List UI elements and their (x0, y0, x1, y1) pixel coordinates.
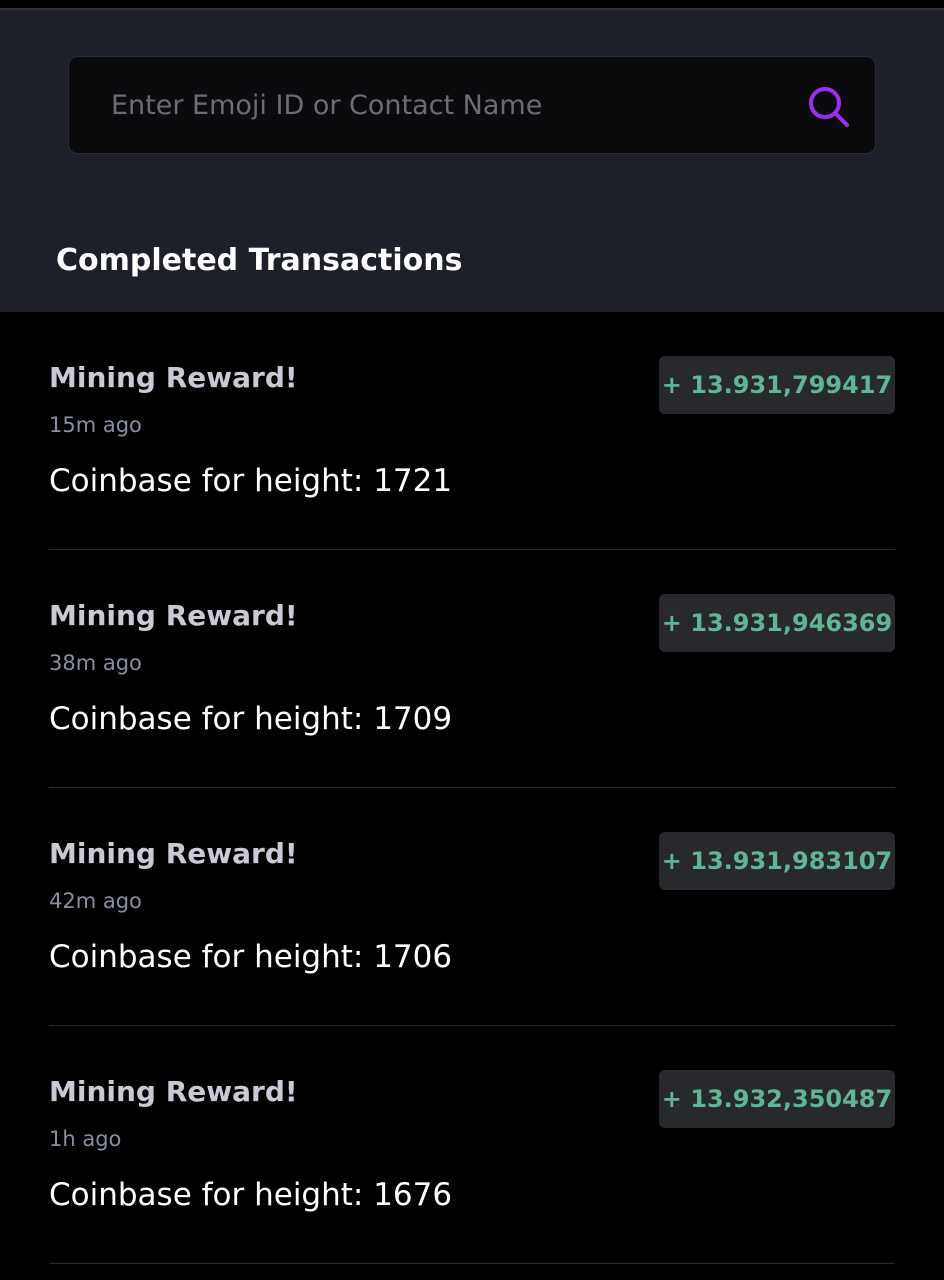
search-bar[interactable] (68, 56, 876, 154)
transaction-time: 1h ago (49, 1127, 122, 1151)
transaction-list: Mining Reward! 15m ago Coinbase for heig… (0, 312, 944, 1264)
transaction-amount-badge: + 13.932,350487 (659, 1070, 895, 1128)
transaction-description: Coinbase for height: 1706 (49, 939, 453, 975)
transaction-time: 42m ago (49, 889, 142, 913)
header: Completed Transactions (0, 10, 944, 312)
transaction-time: 38m ago (49, 651, 142, 675)
transaction-title: Mining Reward! (49, 1075, 298, 1108)
transaction-row[interactable]: Mining Reward! 1h ago Coinbase for heigh… (49, 1026, 895, 1264)
transaction-amount-badge: + 13.931,983107 (659, 832, 895, 890)
transaction-title: Mining Reward! (49, 361, 298, 394)
transaction-row[interactable]: Mining Reward! 15m ago Coinbase for heig… (49, 312, 895, 550)
transaction-time: 15m ago (49, 413, 142, 437)
transaction-title: Mining Reward! (49, 599, 298, 632)
transaction-title: Mining Reward! (49, 837, 298, 870)
transaction-amount-badge: + 13.931,946369 (659, 594, 895, 652)
search-input[interactable] (111, 77, 771, 133)
search-icon[interactable] (805, 83, 853, 131)
transaction-amount-badge: + 13.931,799417 (659, 356, 895, 414)
top-status-strip (0, 0, 944, 10)
transaction-description: Coinbase for height: 1709 (49, 701, 453, 737)
transaction-row[interactable]: Mining Reward! 38m ago Coinbase for heig… (49, 550, 895, 788)
section-title: Completed Transactions (56, 243, 463, 278)
transaction-description: Coinbase for height: 1676 (49, 1177, 453, 1213)
transaction-row[interactable]: Mining Reward! 42m ago Coinbase for heig… (49, 788, 895, 1026)
transaction-description: Coinbase for height: 1721 (49, 463, 453, 499)
